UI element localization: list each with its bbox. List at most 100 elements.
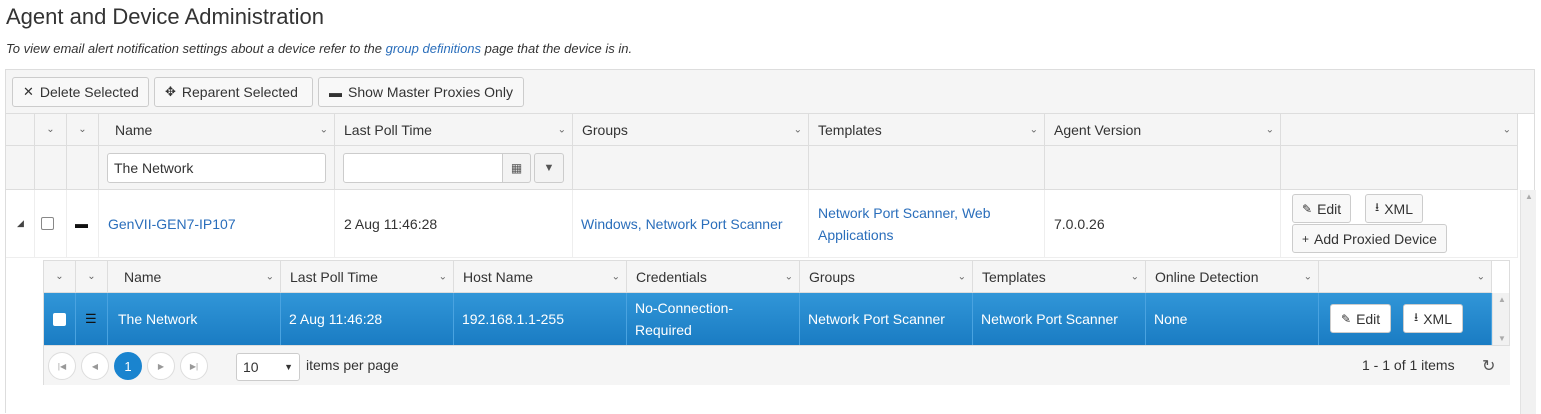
last-page-icon[interactable]: ▶| [180,352,208,380]
header-agent-version[interactable]: Agent Version ⌄ [1045,114,1281,145]
filter-last-poll-cell: ▦ ▼ [335,146,573,189]
reparent-selected-label: Reparent Selected [181,84,298,100]
scroll-up-icon[interactable]: ▲ [1498,295,1506,304]
xml-button[interactable]: ⭳ XML [1365,194,1423,223]
chevron-down-icon: ⌄ [438,271,447,282]
proxied-xml-button[interactable]: ⭳ XML [1403,304,1463,333]
chevron-down-icon: ⌄ [78,124,87,135]
proxied-groups-cell: Network Port Scanner [800,293,973,345]
chevron-down-icon: ⌄ [557,124,566,135]
proxied-header-groups[interactable]: Groups ⌄ [800,261,973,292]
proxied-edit-button[interactable]: ✎ Edit [1330,304,1392,333]
first-page-icon[interactable]: |◀ [48,352,76,380]
proxied-header-type[interactable]: ⌄ [76,261,108,292]
header-agent-version-label: Agent Version [1054,121,1142,138]
delete-selected-button[interactable]: ✕ Delete Selected [12,77,149,107]
header-select-col[interactable]: ⌄ [35,114,67,145]
add-proxied-label: Add Proxied Device [1314,230,1437,247]
group-definitions-link[interactable]: group definitions [386,41,481,56]
proxied-header-last-poll[interactable]: Last Poll Time ⌄ [281,261,454,292]
move-icon: ✥ [165,84,176,99]
table-row[interactable]: ☰ The Network 2 Aug 11:46:28 192.168.1.1… [44,293,1492,345]
refresh-icon[interactable]: ↻ [1482,356,1495,376]
prev-page-icon[interactable]: ◀ [81,352,109,380]
delete-selected-label: Delete Selected [39,84,139,100]
scroll-down-icon[interactable]: ▼ [1498,334,1506,343]
scroll-up-icon[interactable]: ▲ [1525,192,1533,201]
row-select-cell [35,190,67,257]
proxied-row-select [44,293,76,345]
reparent-selected-button[interactable]: ✥ Reparent Selected [154,77,313,107]
proxied-header-select[interactable]: ⌄ [44,261,76,292]
proxied-edit-label: Edit [1356,310,1381,327]
calendar-icon[interactable]: ▦ [503,153,531,183]
header-type-col[interactable]: ⌄ [67,114,99,145]
pencil-icon: ✎ [1341,311,1352,326]
chevron-down-icon: ⌄ [87,271,96,282]
filter-icon[interactable]: ▼ [534,153,564,183]
header-name[interactable]: Name ⌄ [99,114,335,145]
proxied-header-credentials[interactable]: Credentials ⌄ [627,261,800,292]
filter-expand-col [6,146,35,189]
master-proxy-icon: ▬ [75,216,88,231]
grid-header: ⌄ ⌄ Name ⌄ Last Poll Time ⌄ Groups ⌄ Tem… [6,114,1518,146]
proxied-grid-header: ⌄ ⌄ Name ⌄ Last Poll Time ⌄ Host Name ⌄ … [44,261,1492,293]
header-templates[interactable]: Templates ⌄ [809,114,1045,145]
chevron-down-icon: ⌄ [55,271,64,282]
proxied-header-online-detection[interactable]: Online Detection ⌄ [1146,261,1319,292]
page-size-select[interactable]: 10 ▼ [236,353,300,381]
proxied-header-groups-label: Groups [809,268,855,285]
next-page-icon[interactable]: ▶ [147,352,175,380]
items-per-page-label: items per page [306,357,399,373]
caret-down-icon: ▼ [284,362,293,372]
proxied-header-host-name[interactable]: Host Name ⌄ [454,261,627,292]
chevron-down-icon: ⌄ [784,271,793,282]
chevron-down-icon: ⌄ [265,271,274,282]
device-name-link[interactable]: GenVII-GEN7-IP107 [108,216,236,232]
device-type-cell: ▬ [67,190,99,257]
proxied-credentials-text: No-Connection-Required [635,300,734,338]
templates-link[interactable]: Network Port Scanner, Web Applications [818,202,1008,246]
page-subtitle: To view email alert notification setting… [6,41,632,56]
groups-link[interactable]: Windows, Network Port Scanner [581,216,783,232]
chevron-down-icon: ⌄ [1029,124,1038,135]
agent-version-cell: 7.0.0.26 [1045,190,1281,257]
proxied-header-actions[interactable]: ⌄ [1319,261,1492,292]
header-groups[interactable]: Groups ⌄ [573,114,809,145]
collapse-toggle[interactable]: ◢ [6,190,35,257]
subtitle-prefix: To view email alert notification setting… [6,41,386,56]
download-icon: ⭳ [1414,310,1419,324]
proxied-header-templates-label: Templates [982,268,1046,285]
row-checkbox[interactable] [53,312,66,326]
header-last-poll-time[interactable]: Last Poll Time ⌄ [335,114,573,145]
last-poll-cell: 2 Aug 11:46:28 [335,190,573,257]
chevron-down-icon: ⌄ [611,271,620,282]
pager-summary: 1 - 1 of 1 items [1362,357,1455,373]
proxied-vertical-scrollbar[interactable]: ▲ ▼ [1492,293,1509,345]
header-templates-label: Templates [818,121,882,138]
chevron-down-icon: ⌄ [1130,271,1139,282]
device-name-cell: GenVII-GEN7-IP107 [99,190,335,257]
name-filter-input[interactable] [107,153,326,183]
filter-type-col [67,146,99,189]
grid-toolbar: ✕ Delete Selected ✥ Reparent Selected ▬ … [6,70,1534,114]
proxied-row-type: ☰ [76,293,108,345]
row-checkbox[interactable] [41,217,54,230]
close-icon: ✕ [23,84,34,99]
proxied-header-last-poll-label: Last Poll Time [290,268,378,285]
edit-button[interactable]: ✎ Edit [1292,194,1352,223]
show-master-proxies-button[interactable]: ▬ Show Master Proxies Only [318,77,524,107]
proxied-header-name[interactable]: Name ⌄ [108,261,281,292]
header-expand-col [6,114,35,145]
proxied-header-templates[interactable]: Templates ⌄ [973,261,1146,292]
header-actions[interactable]: ⌄ [1281,114,1518,145]
chevron-down-icon: ⌄ [1303,271,1312,282]
last-poll-filter-input[interactable] [343,153,503,183]
caret-down-icon: ◢ [17,218,24,228]
proxied-header-credentials-label: Credentials [636,268,707,285]
chevron-down-icon: ⌄ [1265,124,1274,135]
page-number-button[interactable]: 1 [114,352,142,380]
vertical-scrollbar[interactable]: ▲ [1520,190,1536,414]
proxied-name-cell[interactable]: The Network [108,293,281,345]
add-proxied-device-button[interactable]: + Add Proxied Device [1292,224,1447,253]
